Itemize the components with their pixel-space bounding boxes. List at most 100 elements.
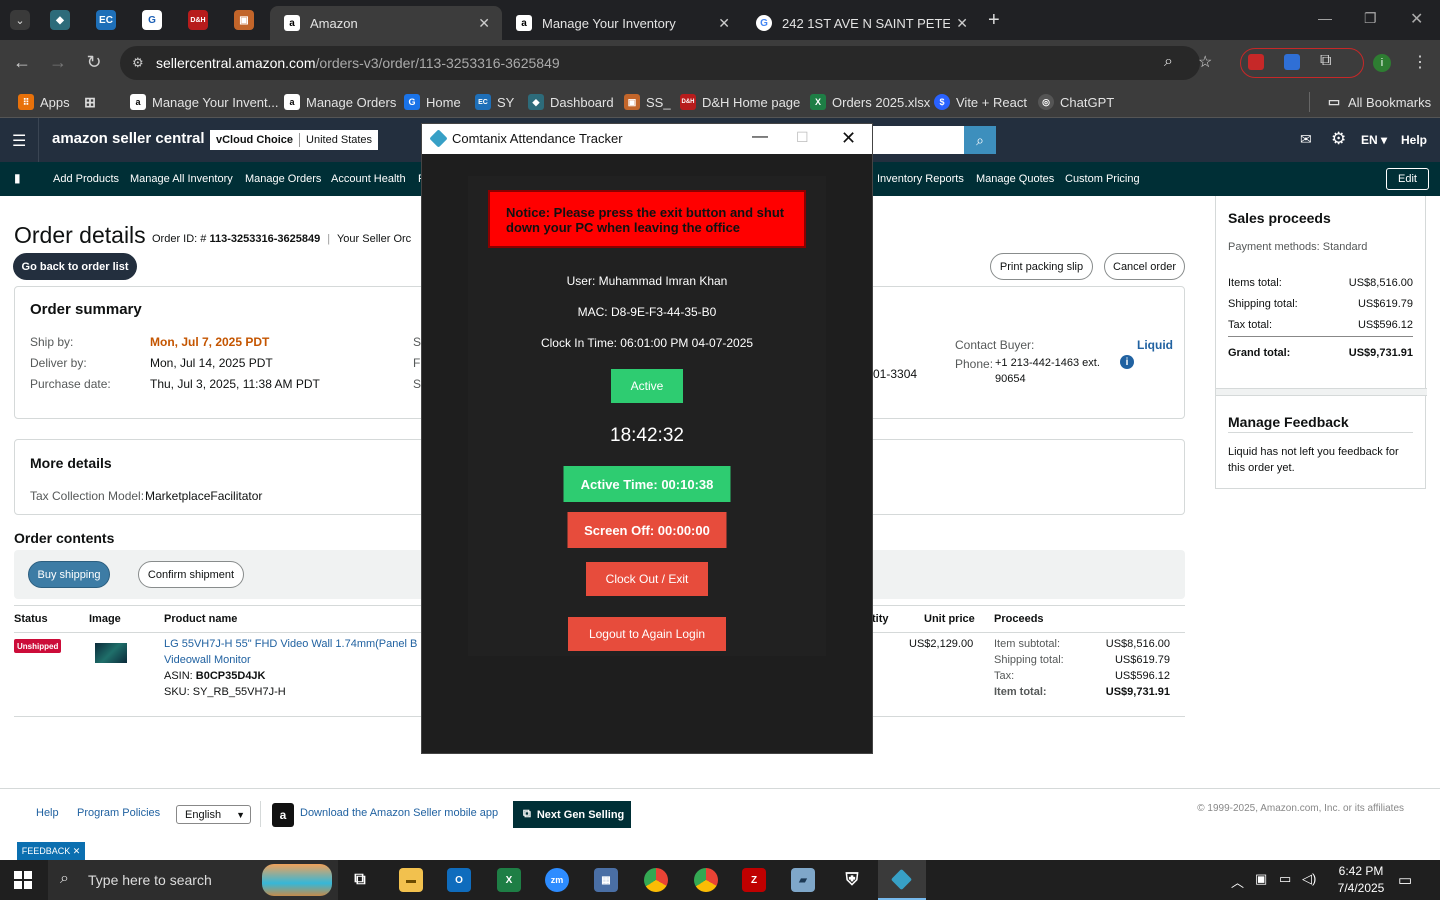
cancel-order-button[interactable]: Cancel order: [1104, 253, 1185, 280]
url-bar[interactable]: ⚙ sellercentral.amazon.com/orders-v3/ord…: [120, 46, 1200, 80]
pinned-tab-ec[interactable]: EC: [96, 10, 116, 30]
buyer-name-link[interactable]: Liquid: [1137, 338, 1173, 352]
bookmark-star-icon[interactable]: ☆: [1198, 52, 1212, 72]
notifications-icon[interactable]: ▭: [1398, 871, 1412, 889]
tab-inventory[interactable]: a Manage Your Inventory ✕: [502, 6, 742, 40]
bookmark-chatgpt[interactable]: ◎ ChatGPT: [1038, 92, 1114, 112]
pinned-tab-box-icon[interactable]: ▣: [234, 10, 254, 30]
bookmark-vite[interactable]: $ Vite + React: [934, 92, 1027, 112]
browser-menu-icon[interactable]: ⋮: [1412, 52, 1428, 72]
chevron-up-icon[interactable]: ︿: [1231, 872, 1244, 891]
active-status-button[interactable]: Active: [611, 369, 683, 403]
tab-google[interactable]: G 242 1ST AVE N SAINT PETERSBU ✕: [742, 6, 980, 40]
task-view-icon[interactable]: ⧉: [348, 868, 372, 892]
bookmark-grid[interactable]: ⊞: [82, 92, 104, 112]
clock-date[interactable]: 7/4/2025: [1330, 881, 1392, 895]
back-to-order-list-button[interactable]: Go back to order list: [13, 253, 137, 280]
product-name-link[interactable]: LG 55VH7J-H 55" FHD Video Wall 1.74mm(Pa…: [164, 638, 417, 650]
gear-icon[interactable]: ⚙: [1331, 129, 1346, 149]
footer-help-link[interactable]: Help: [36, 807, 59, 819]
nav-manage-inventory[interactable]: Manage All Inventory: [130, 173, 233, 185]
close-tab-icon[interactable]: ✕: [478, 15, 490, 32]
network-icon[interactable]: ▭: [1279, 871, 1291, 887]
confirm-shipment-button[interactable]: Confirm shipment: [138, 561, 244, 588]
restore-window-icon[interactable]: ❐: [1364, 10, 1377, 27]
zoom-icon[interactable]: ⌕: [1164, 53, 1173, 71]
nav-account-health[interactable]: Account Health: [331, 173, 406, 185]
bookmark-home[interactable]: G Home: [404, 92, 461, 112]
language-selector[interactable]: EN ▾: [1361, 133, 1387, 147]
site-info-icon[interactable]: ⚙: [132, 55, 144, 71]
language-select[interactable]: English ▼: [176, 805, 251, 824]
program-policies-link[interactable]: Program Policies: [77, 807, 160, 819]
amazon-seller-central-logo[interactable]: amazon seller central: [52, 130, 205, 147]
remote-app-icon[interactable]: ▰: [791, 868, 815, 892]
close-window-icon[interactable]: ✕: [1410, 9, 1423, 29]
nav-manage-orders[interactable]: Manage Orders: [245, 173, 321, 185]
chrome-profile-icon[interactable]: [694, 868, 718, 892]
filezilla-icon[interactable]: Z: [742, 868, 766, 892]
logout-button[interactable]: Logout to Again Login: [568, 617, 726, 651]
all-bookmarks[interactable]: ▭ All Bookmarks: [1326, 92, 1431, 112]
outlook-icon[interactable]: O: [447, 868, 471, 892]
nav-manage-quotes[interactable]: Manage Quotes: [976, 173, 1054, 185]
security-tray-icon[interactable]: ▣: [1255, 871, 1267, 887]
bookmark-icon[interactable]: ▮: [14, 171, 21, 185]
tracker-taskbar-button[interactable]: [878, 860, 926, 900]
help-link[interactable]: Help: [1401, 133, 1427, 147]
feedback-tab[interactable]: FEEDBACK ✕: [17, 842, 85, 860]
new-tab-icon[interactable]: +: [988, 9, 1000, 32]
tab-amazon[interactable]: a Amazon ✕: [270, 6, 502, 40]
acrobat-extension-icon[interactable]: [1248, 54, 1264, 70]
store-switcher[interactable]: vCloud Choice United States: [210, 130, 379, 150]
bookmark-manage-orders[interactable]: a Manage Orders: [284, 92, 396, 112]
back-arrow-icon[interactable]: ←: [10, 52, 34, 73]
edit-nav-button[interactable]: Edit: [1386, 168, 1429, 190]
minimize-icon[interactable]: —: [752, 128, 768, 146]
zoom-app-icon[interactable]: zm: [545, 868, 569, 892]
hamburger-menu-icon[interactable]: ☰: [12, 131, 26, 151]
product-image[interactable]: [95, 643, 127, 663]
pinned-tab-g-icon[interactable]: G: [142, 10, 162, 30]
forward-arrow-icon[interactable]: →: [46, 52, 70, 73]
bookmark-dh[interactable]: D&H D&H Home page: [680, 92, 800, 112]
pinned-tab-dh[interactable]: D&H: [188, 10, 208, 30]
close-tab-icon[interactable]: ✕: [956, 15, 968, 32]
bookmark-manage-inventory[interactable]: a Manage Your Invent...: [130, 92, 278, 112]
bookmark-orders-xlsx[interactable]: X Orders 2025.xlsx: [810, 92, 930, 112]
excel-icon[interactable]: X: [497, 868, 521, 892]
bookmark-dashboard[interactable]: ◆ Dashboard: [528, 92, 614, 112]
search-icon[interactable]: ⌕: [964, 126, 996, 154]
nav-inventory-reports[interactable]: Inventory Reports: [877, 173, 964, 185]
calculator-icon[interactable]: ▦: [594, 868, 618, 892]
reload-icon[interactable]: ↻: [82, 52, 106, 73]
shield-icon[interactable]: ⛨: [840, 868, 864, 892]
search-input[interactable]: [872, 126, 964, 154]
extensions-puzzle-icon[interactable]: ⧉: [1320, 52, 1331, 70]
nav-custom-pricing[interactable]: Custom Pricing: [1065, 173, 1140, 185]
maximize-icon[interactable]: ☐: [796, 129, 809, 146]
close-tab-icon[interactable]: ✕: [718, 15, 730, 32]
clock-time[interactable]: 6:42 PM: [1330, 864, 1392, 878]
download-app-link[interactable]: Download the Amazon Seller mobile app: [300, 807, 498, 819]
windows-start-icon[interactable]: [14, 871, 32, 889]
print-packing-slip-button[interactable]: Print packing slip: [990, 253, 1093, 280]
nav-add-products[interactable]: Add Products: [53, 173, 119, 185]
buy-shipping-button[interactable]: Buy shipping: [28, 561, 110, 588]
bookmark-ss[interactable]: ▣ SS_: [624, 92, 671, 112]
taskbar-search-box[interactable]: ⌕ Type here to search: [48, 860, 338, 900]
chrome-icon[interactable]: [644, 868, 668, 892]
bookmark-sy[interactable]: EC SY: [475, 92, 514, 112]
extension-icon[interactable]: [1284, 54, 1300, 70]
volume-icon[interactable]: ◁): [1302, 871, 1316, 887]
clock-out-exit-button[interactable]: Clock Out / Exit: [586, 562, 708, 596]
bookmark-apps[interactable]: ⠿ Apps: [18, 92, 70, 112]
product-name-link-line2[interactable]: Videowall Monitor: [164, 654, 251, 666]
minimize-window-icon[interactable]: —: [1318, 10, 1332, 26]
seller-app-icon[interactable]: a: [272, 803, 294, 827]
next-gen-selling-button[interactable]: ⧉ Next Gen Selling: [513, 801, 631, 828]
pinned-tab-icon[interactable]: ◆: [50, 10, 70, 30]
close-icon[interactable]: ✕: [841, 128, 856, 149]
tab-search-icon[interactable]: ⌄: [10, 10, 30, 30]
profile-avatar[interactable]: i: [1373, 54, 1391, 72]
